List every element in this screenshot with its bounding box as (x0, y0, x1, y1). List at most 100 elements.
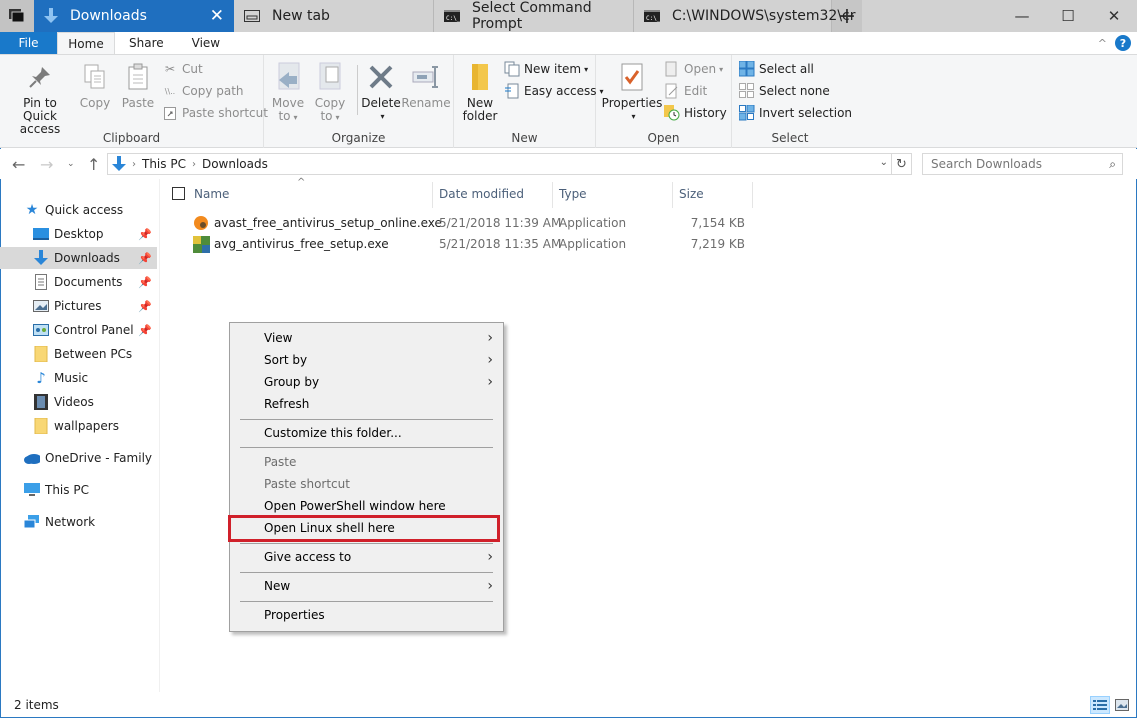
menu-item-paste-shortcut[interactable]: Paste shortcut (230, 473, 503, 495)
group-label-select: Select (771, 131, 809, 145)
tab-file[interactable]: File (0, 32, 57, 54)
search-input[interactable]: Search Downloads ⌕ (922, 153, 1123, 175)
sidebar-item-onedrive[interactable]: OneDrive - Family (0, 447, 157, 469)
computer-icon (24, 482, 40, 498)
copy-path-button[interactable]: \\.. Copy path (162, 81, 244, 101)
help-icon[interactable]: ? (1115, 35, 1131, 51)
file-date: 5/21/2018 11:39 AM (439, 216, 562, 230)
close-tab-icon[interactable]: ✕ (210, 6, 224, 26)
document-icon (33, 274, 49, 290)
details-view-button[interactable] (1090, 696, 1110, 714)
close-window-button[interactable]: ✕ (1091, 0, 1137, 32)
pin-to-quick-access-button[interactable]: Pin to Quick access (6, 61, 74, 136)
sidebar-item-control-panel[interactable]: Control Panel 📌 (0, 319, 157, 341)
address-dropdown-icon[interactable]: ⌄ (880, 157, 888, 168)
system-menu-icon[interactable] (0, 0, 34, 32)
column-divider[interactable] (432, 182, 433, 208)
menu-item-properties[interactable]: Properties (230, 604, 503, 626)
title-tab-bar: Downloads ✕ New tab C:\_ Select Command … (0, 0, 1137, 32)
menu-item-group-by[interactable]: Group by › (230, 371, 503, 393)
address-bar[interactable]: › This PC › Downloads ⌄ (107, 153, 892, 175)
column-header-type[interactable]: Type (559, 180, 587, 208)
search-icon: ⌕ (1109, 157, 1116, 171)
file-row[interactable]: avast_free_antivirus_setup_online.exe 5/… (190, 213, 760, 234)
refresh-button[interactable]: ↻ (892, 153, 912, 175)
select-all-button[interactable]: Select all (739, 59, 814, 79)
tab-cmd-system32[interactable]: C:\_ C:\WINDOWS\system32\cr (634, 0, 856, 32)
large-icons-view-button[interactable] (1112, 696, 1132, 714)
menu-item-customize-folder[interactable]: Customize this folder... (230, 422, 503, 444)
sidebar-item-desktop[interactable]: Desktop 📌 (0, 223, 157, 245)
menu-item-open-powershell[interactable]: Open PowerShell window here (230, 495, 503, 517)
breadcrumb-downloads[interactable]: Downloads (202, 157, 268, 171)
menu-separator (240, 419, 493, 420)
scissors-icon: ✂ (164, 62, 176, 76)
sidebar-item-wallpapers[interactable]: wallpapers (0, 415, 157, 437)
menu-item-sort-by[interactable]: Sort by › (230, 349, 503, 371)
tab-home[interactable]: Home (57, 32, 115, 54)
paste-button[interactable]: Paste (118, 61, 158, 110)
menu-separator (240, 572, 493, 573)
copy-to-button[interactable]: Copy to ▾ (312, 61, 348, 124)
sidebar-item-network[interactable]: Network (0, 511, 157, 533)
move-to-button[interactable]: Move to ▾ (270, 61, 306, 124)
cut-button[interactable]: ✂ Cut (162, 59, 203, 79)
copy-button[interactable]: Copy (78, 61, 112, 110)
column-divider[interactable] (552, 182, 553, 208)
edit-button[interactable]: Edit (664, 81, 707, 101)
collapse-ribbon-icon[interactable]: ^ (1098, 37, 1107, 50)
tab-share[interactable]: Share (115, 32, 178, 54)
properties-button[interactable]: Properties ▾ (602, 61, 662, 123)
paste-shortcut-button[interactable]: Paste shortcut (162, 103, 268, 123)
sidebar-item-this-pc[interactable]: This PC (0, 479, 157, 501)
tab-view[interactable]: View (178, 32, 234, 54)
rename-button[interactable]: Rename (401, 61, 451, 110)
new-item-button[interactable]: New item ▾ (504, 59, 588, 79)
tab-command-prompt[interactable]: C:\_ Select Command Prompt (434, 0, 634, 32)
sidebar-item-music[interactable]: ♪ Music (0, 367, 157, 389)
easy-access-icon (504, 83, 520, 99)
column-divider[interactable] (752, 182, 753, 208)
sidebar-item-between-pcs[interactable]: Between PCs (0, 343, 157, 365)
up-button[interactable]: ↑ (87, 155, 100, 174)
easy-access-button[interactable]: Easy access ▾ (504, 81, 604, 101)
menu-item-give-access[interactable]: Give access to › (230, 546, 503, 568)
tab-new-tab[interactable]: New tab (234, 0, 434, 32)
sidebar-item-videos[interactable]: Videos (0, 391, 157, 413)
forward-button[interactable]: → (40, 155, 53, 174)
file-date: 5/21/2018 11:35 AM (439, 237, 562, 251)
menu-separator (240, 447, 493, 448)
download-arrow-icon (44, 8, 58, 24)
menu-item-view[interactable]: View › (230, 327, 503, 349)
menu-item-paste[interactable]: Paste (230, 451, 503, 473)
sidebar-item-downloads[interactable]: Downloads 📌 (0, 247, 157, 269)
breadcrumb-this-pc[interactable]: This PC (142, 157, 186, 171)
column-divider[interactable] (672, 182, 673, 208)
delete-button[interactable]: Delete ▾ (361, 61, 401, 123)
minimize-button[interactable]: — (999, 0, 1045, 32)
menu-item-refresh[interactable]: Refresh (230, 393, 503, 415)
select-all-checkbox[interactable] (172, 187, 185, 200)
column-header-date-modified[interactable]: Date modified (439, 180, 524, 208)
sidebar-item-documents[interactable]: Documents 📌 (0, 271, 157, 293)
tab-downloads[interactable]: Downloads ✕ (34, 0, 234, 32)
invert-selection-button[interactable]: Invert selection (739, 103, 852, 123)
recent-locations-dropdown[interactable]: ⌄ (67, 159, 75, 169)
history-button[interactable]: History (664, 103, 727, 123)
maximize-button[interactable]: ☐ (1045, 0, 1091, 32)
svg-text:C:\_: C:\_ (446, 15, 460, 22)
back-button[interactable]: ← (12, 155, 25, 174)
column-header-size[interactable]: Size (679, 180, 704, 208)
select-none-button[interactable]: Select none (739, 81, 830, 101)
sidebar-item-quick-access[interactable]: ★ Quick access (0, 199, 157, 221)
file-row[interactable]: avg_antivirus_free_setup.exe 5/21/2018 1… (190, 234, 760, 255)
menu-item-new[interactable]: New › (230, 575, 503, 597)
group-label-new: New (511, 131, 538, 145)
open-button[interactable]: Open ▾ (664, 59, 723, 79)
column-header-name[interactable]: Name (194, 180, 229, 208)
download-arrow-icon (112, 156, 126, 172)
folder-icon (33, 418, 49, 434)
new-folder-button[interactable]: New folder (460, 61, 500, 123)
sidebar-item-pictures[interactable]: Pictures 📌 (0, 295, 157, 317)
group-label-open: Open (647, 131, 680, 145)
